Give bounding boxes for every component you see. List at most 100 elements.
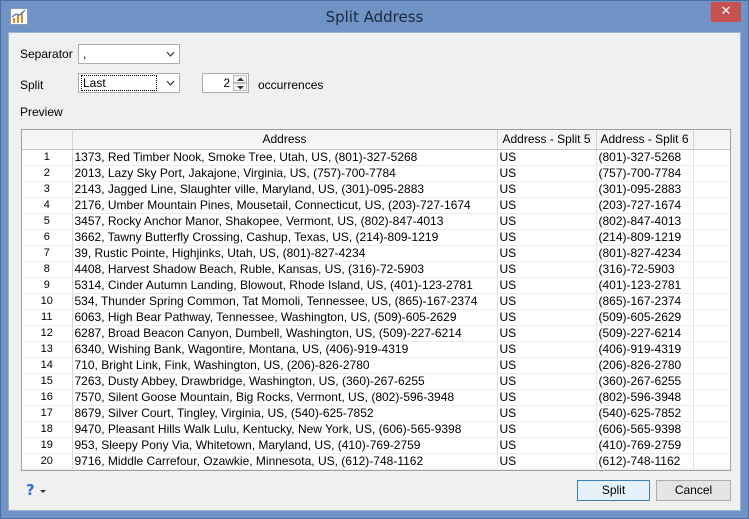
split-6-cell: (801)-327-5268 — [596, 149, 694, 166]
address-cell: 2013, Lazy Sky Port, Jakajone, Virginia,… — [72, 165, 498, 182]
row-filler — [693, 197, 730, 214]
header-filler — [693, 130, 730, 150]
row-number-cell: 18 — [22, 421, 73, 438]
row-filler — [693, 437, 730, 454]
table-row[interactable]: 3 2143, Jagged Line, Slaughter ville, Mar… — [22, 181, 730, 198]
address-cell: 9470, Pleasant Hills Walk Lulu, Kentucky… — [72, 421, 498, 438]
row-filler — [693, 165, 730, 182]
arrow-down-icon — [237, 86, 244, 90]
address-cell: 1373, Red Timber Nook, Smoke Tree, Utah,… — [72, 149, 498, 166]
stepper-down-button[interactable] — [233, 83, 247, 91]
separator-value: , — [83, 47, 87, 61]
row-number-cell: 5 — [22, 213, 73, 230]
row-number-cell: 19 — [22, 437, 73, 454]
table-row[interactable]: 17 8679, Silver Court, Tingley, Virginia,… — [22, 405, 730, 422]
address-cell: 39, Rustic Pointe, Highjinks, Utah, US, … — [72, 245, 498, 262]
row-filler — [693, 149, 730, 166]
split-6-cell: (865)-167-2374 — [596, 293, 694, 310]
table-row[interactable]: 19 953, Sleepy Pony Via, Whitetown, Maryl… — [22, 437, 730, 454]
separator-dropdown[interactable]: , — [78, 44, 180, 64]
split-6-cell: (410)-769-2759 — [596, 437, 694, 454]
occurrences-stepper[interactable]: 2 — [202, 73, 249, 93]
table-row[interactable]: 5 3457, Rocky Anchor Manor, Shakopee, Ver… — [22, 213, 730, 230]
split-6-cell: (540)-625-7852 — [596, 405, 694, 422]
split-5-cell: US — [497, 165, 597, 182]
preview-table[interactable]: Address Address - Split 5 Address - Spli… — [21, 129, 731, 471]
column-header-split-5[interactable]: Address - Split 5 — [497, 130, 597, 150]
preview-grid: Address Address - Split 5 Address - Spli… — [22, 130, 730, 470]
split-5-cell: US — [497, 261, 597, 278]
table-row[interactable]: 14 710, Bright Link, Fink, Washington, US… — [22, 357, 730, 374]
split-6-cell: (606)-565-9398 — [596, 421, 694, 438]
table-row[interactable]: 15 7263, Dusty Abbey, Drawbridge, Washing… — [22, 373, 730, 390]
row-number-cell: 6 — [22, 229, 73, 246]
table-row[interactable]: 6 3662, Tawny Butterfly Crossing, Cashup,… — [22, 229, 730, 246]
table-row[interactable]: 2 2013, Lazy Sky Port, Jakajone, Virginia… — [22, 165, 730, 182]
table-row[interactable]: 12 6287, Broad Beacon Canyon, Dumbell, Wa… — [22, 325, 730, 342]
address-cell: 3457, Rocky Anchor Manor, Shakopee, Verm… — [72, 213, 498, 230]
split-5-cell: US — [497, 229, 597, 246]
row-number-cell: 4 — [22, 197, 73, 214]
row-number-cell: 8 — [22, 261, 73, 278]
help-button[interactable]: ? — [24, 480, 50, 500]
row-number-cell: 12 — [22, 325, 73, 342]
title-bar[interactable]: Split Address ✕ — [1, 1, 748, 32]
row-filler — [693, 245, 730, 262]
column-header-split-6[interactable]: Address - Split 6 — [596, 130, 694, 150]
split-6-cell: (301)-095-2883 — [596, 181, 694, 198]
row-filler — [693, 277, 730, 294]
chevron-down-icon — [166, 51, 175, 57]
split-5-cell: US — [497, 389, 597, 406]
address-cell: 7263, Dusty Abbey, Drawbridge, Washingto… — [72, 373, 498, 390]
dialog-window: Split Address ✕ Separator , Split Last 2 — [0, 0, 749, 519]
row-filler — [693, 389, 730, 406]
split-6-cell: (801)-827-4234 — [596, 245, 694, 262]
split-6-cell: (316)-72-5903 — [596, 261, 694, 278]
split-5-cell: US — [497, 309, 597, 326]
row-number-header — [22, 130, 73, 150]
table-row[interactable]: 4 2176, Umber Mountain Pines, Mousetail, … — [22, 197, 730, 214]
table-row[interactable]: 11 6063, High Bear Pathway, Tennessee, Wa… — [22, 309, 730, 326]
split-5-cell: US — [497, 341, 597, 358]
address-cell: 6063, High Bear Pathway, Tennessee, Wash… — [72, 309, 498, 326]
close-button[interactable]: ✕ — [711, 2, 741, 22]
split-5-cell: US — [497, 437, 597, 454]
address-cell: 2176, Umber Mountain Pines, Mousetail, C… — [72, 197, 498, 214]
column-header-address[interactable]: Address — [72, 130, 498, 150]
table-row[interactable]: 1 1373, Red Timber Nook, Smoke Tree, Utah… — [22, 149, 730, 166]
table-row[interactable]: 13 6340, Wishing Bank, Wagontire, Montana… — [22, 341, 730, 358]
address-cell: 8679, Silver Court, Tingley, Virginia, U… — [72, 405, 498, 422]
cancel-button[interactable]: Cancel — [656, 480, 731, 501]
split-5-cell: US — [497, 373, 597, 390]
address-cell: 4408, Harvest Shadow Beach, Ruble, Kansa… — [72, 261, 498, 278]
split-6-cell: (802)-847-4013 — [596, 213, 694, 230]
table-row[interactable]: 8 4408, Harvest Shadow Beach, Ruble, Kans… — [22, 261, 730, 278]
table-row[interactable]: 20 9716, Middle Carrefour, Ozawkie, Minne… — [22, 453, 730, 470]
occurrences-value: 2 — [223, 76, 230, 90]
split-label: Split — [20, 78, 44, 92]
table-row[interactable]: 16 7570, Silent Goose Mountain, Big Rocks… — [22, 389, 730, 406]
stepper-up-button[interactable] — [233, 75, 247, 83]
split-mode-dropdown[interactable]: Last — [78, 73, 180, 93]
table-row[interactable]: 7 39, Rustic Pointe, Highjinks, Utah, US,… — [22, 245, 730, 262]
row-filler — [693, 181, 730, 198]
preview-label: Preview — [20, 105, 63, 119]
row-number-cell: 3 — [22, 181, 73, 198]
split-5-cell: US — [497, 149, 597, 166]
table-row[interactable]: 18 9470, Pleasant Hills Walk Lulu, Kentuc… — [22, 421, 730, 438]
svg-text:?: ? — [26, 481, 35, 499]
row-filler — [693, 341, 730, 358]
table-row[interactable]: 10 534, Thunder Spring Common, Tat Momoli… — [22, 293, 730, 310]
separator-label: Separator — [20, 47, 73, 61]
table-row[interactable]: 9 5314, Cinder Autumn Landing, Blowout, R… — [22, 277, 730, 294]
row-number-cell: 20 — [22, 453, 73, 470]
row-number-cell: 15 — [22, 373, 73, 390]
row-number-cell: 17 — [22, 405, 73, 422]
row-filler — [693, 405, 730, 422]
split-button[interactable]: Split — [577, 480, 650, 501]
address-cell: 9716, Middle Carrefour, Ozawkie, Minneso… — [72, 453, 498, 470]
row-number-cell: 16 — [22, 389, 73, 406]
split-6-cell: (360)-267-6255 — [596, 373, 694, 390]
split-5-cell: US — [497, 421, 597, 438]
address-cell: 3662, Tawny Butterfly Crossing, Cashup, … — [72, 229, 498, 246]
